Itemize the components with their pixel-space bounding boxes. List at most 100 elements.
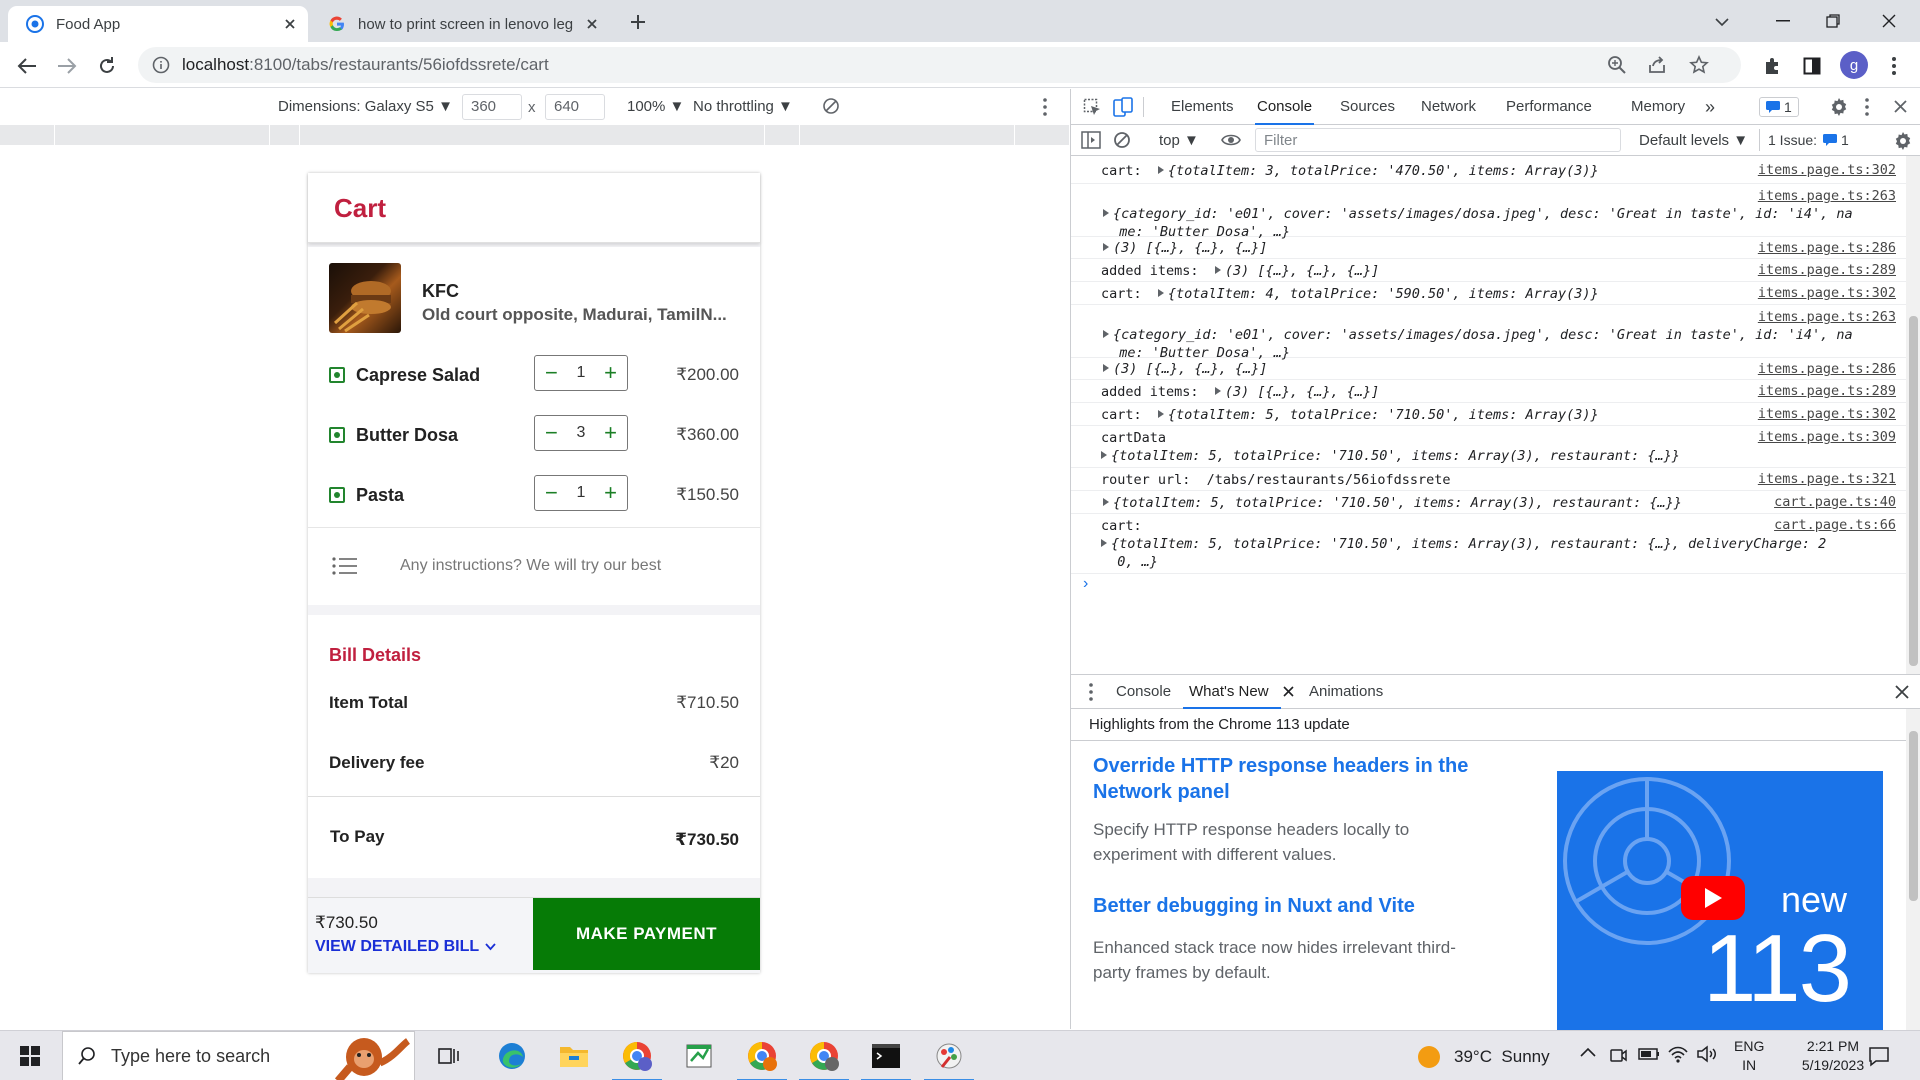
reload-button[interactable]	[92, 51, 122, 81]
devtools-menu-icon[interactable]	[1865, 98, 1869, 116]
tab-console[interactable]: Console	[1255, 89, 1315, 125]
increase-button[interactable]: +	[604, 362, 617, 384]
tab-memory[interactable]: Memory	[1631, 89, 1685, 125]
tab-google-search[interactable]: how to print screen in lenovo leg	[310, 6, 610, 42]
side-panel-icon[interactable]	[1798, 52, 1826, 80]
clock[interactable]: 2:21 PM 5/19/2023	[1788, 1037, 1878, 1075]
sidebar-toggle-icon[interactable]	[1081, 131, 1101, 149]
edge-browser-icon[interactable]	[495, 1039, 529, 1073]
tab-elements[interactable]: Elements	[1171, 89, 1234, 125]
wifi-icon[interactable]	[1668, 1045, 1688, 1063]
inspect-element-icon[interactable]	[1083, 98, 1101, 116]
log-source-link[interactable]: items.page.ts:321	[1758, 470, 1896, 488]
log-source-link[interactable]: items.page.ts:263	[1758, 308, 1896, 326]
device-toolbar-more-icon[interactable]	[1043, 98, 1047, 116]
tab-search-chevron-icon[interactable]	[1708, 8, 1736, 36]
rotate-icon[interactable]	[822, 97, 840, 115]
site-info-icon[interactable]	[152, 56, 170, 74]
make-payment-button[interactable]: MAKE PAYMENT	[533, 898, 760, 970]
address-bar[interactable]: localhost:8100/tabs/restaurants/56iofdss…	[138, 47, 1741, 83]
drawer-tab-whats-new[interactable]: What's New	[1183, 675, 1281, 709]
increase-button[interactable]: +	[604, 422, 617, 444]
log-source-link[interactable]: items.page.ts:309	[1758, 428, 1896, 446]
zoom-select[interactable]: 100% ▼	[627, 98, 684, 115]
close-devtools-icon[interactable]	[1893, 99, 1908, 114]
decrease-button[interactable]: −	[545, 422, 558, 444]
settings-gear-icon[interactable]	[1829, 97, 1849, 117]
close-window-button[interactable]	[1866, 4, 1912, 38]
drawer-tab-console[interactable]: Console	[1116, 675, 1171, 709]
log-source-link[interactable]: items.page.ts:289	[1758, 382, 1896, 400]
log-source-link[interactable]: items.page.ts:286	[1758, 360, 1896, 378]
whats-new-video-banner[interactable]: new 113	[1557, 771, 1883, 1030]
log-source-link[interactable]: items.page.ts:263	[1758, 187, 1896, 205]
notepad-app-icon[interactable]	[682, 1039, 716, 1073]
terminal-icon[interactable]	[861, 1039, 911, 1080]
log-levels-select[interactable]: Default levels ▼	[1639, 132, 1748, 149]
close-drawer-icon[interactable]	[1895, 685, 1909, 699]
meet-now-icon[interactable]	[1608, 1045, 1628, 1065]
whats-new-item-title[interactable]: Better debugging in Nuxt and Vite	[1093, 893, 1493, 919]
language-indicator[interactable]: ENG IN	[1734, 1037, 1764, 1075]
minimize-button[interactable]	[1760, 4, 1806, 38]
tab-sources[interactable]: Sources	[1340, 89, 1395, 125]
weather-widget[interactable]: 39°C Sunny	[1416, 1044, 1550, 1070]
browser-menu-icon[interactable]	[1882, 52, 1906, 80]
console-filter-input[interactable]: Filter	[1255, 128, 1621, 152]
tab-performance[interactable]: Performance	[1506, 89, 1592, 125]
console-settings-icon[interactable]	[1893, 131, 1913, 151]
forward-button[interactable]	[52, 51, 82, 81]
console-prompt[interactable]: ›	[1083, 575, 1088, 593]
log-source-link[interactable]: cart.page.ts:66	[1774, 516, 1896, 534]
decrease-button[interactable]: −	[545, 482, 558, 504]
whats-new-item-title[interactable]: Override HTTP response headers in the Ne…	[1093, 753, 1493, 805]
back-button[interactable]	[12, 51, 42, 81]
context-select[interactable]: top ▼	[1159, 132, 1199, 149]
live-expression-eye-icon[interactable]	[1221, 133, 1241, 147]
close-tab-icon[interactable]	[584, 16, 600, 32]
battery-icon[interactable]	[1638, 1047, 1660, 1061]
clear-console-icon[interactable]	[1113, 131, 1131, 149]
chrome-profile-taskbar-icon[interactable]	[737, 1039, 787, 1080]
drawer-scrollbar[interactable]	[1906, 709, 1920, 1030]
console-scrollbar[interactable]	[1906, 156, 1920, 674]
log-source-link[interactable]: cart.page.ts:40	[1774, 493, 1896, 511]
close-drawer-tab-icon[interactable]	[1283, 686, 1294, 697]
media-query-bar[interactable]	[0, 125, 1070, 145]
chrome-taskbar-icon[interactable]	[799, 1039, 849, 1080]
drawer-menu-icon[interactable]	[1089, 683, 1093, 701]
decrease-button[interactable]: −	[545, 362, 558, 384]
taskbar-search-box[interactable]: Type here to search	[62, 1031, 415, 1080]
profile-avatar[interactable]: g	[1840, 51, 1868, 79]
log-source-link[interactable]: items.page.ts:289	[1758, 261, 1896, 279]
extensions-icon[interactable]	[1758, 52, 1786, 80]
device-height-input[interactable]: 640	[545, 94, 605, 120]
issues-badge[interactable]: 1	[1759, 97, 1799, 117]
instructions-field[interactable]: Any instructions? We will try our best	[308, 527, 760, 605]
device-dimensions-select[interactable]: Dimensions: Galaxy S5 ▼	[278, 98, 453, 115]
tab-network[interactable]: Network	[1421, 89, 1476, 125]
log-source-link[interactable]: items.page.ts:302	[1758, 284, 1896, 302]
increase-button[interactable]: +	[604, 482, 617, 504]
log-source-link[interactable]: items.page.ts:302	[1758, 405, 1896, 423]
volume-icon[interactable]	[1696, 1045, 1718, 1063]
log-source-link[interactable]: items.page.ts:286	[1758, 239, 1896, 257]
youtube-play-icon[interactable]	[1681, 876, 1745, 920]
view-detailed-bill-link[interactable]: VIEW DETAILED BILL	[315, 938, 496, 956]
paint-app-icon[interactable]	[924, 1039, 974, 1080]
file-explorer-icon[interactable]	[557, 1039, 591, 1073]
notifications-icon[interactable]	[1868, 1045, 1890, 1067]
issues-counter[interactable]: 1 Issue: 1	[1759, 129, 1857, 151]
throttling-select[interactable]: No throttling ▼	[693, 98, 793, 115]
tab-food-app[interactable]: Food App	[8, 6, 308, 42]
chrome-profile-g-taskbar-icon[interactable]	[612, 1039, 662, 1080]
drawer-tab-animations[interactable]: Animations	[1309, 675, 1383, 709]
restore-button[interactable]	[1810, 4, 1856, 38]
log-source-link[interactable]: items.page.ts:302	[1758, 161, 1896, 179]
zoom-icon[interactable]	[1605, 53, 1629, 77]
show-hidden-icons-chevron-icon[interactable]	[1580, 1047, 1596, 1057]
windows-start-icon[interactable]	[0, 1031, 60, 1080]
new-tab-button[interactable]	[624, 8, 652, 36]
close-tab-icon[interactable]	[282, 16, 298, 32]
task-view-icon[interactable]	[432, 1039, 466, 1073]
